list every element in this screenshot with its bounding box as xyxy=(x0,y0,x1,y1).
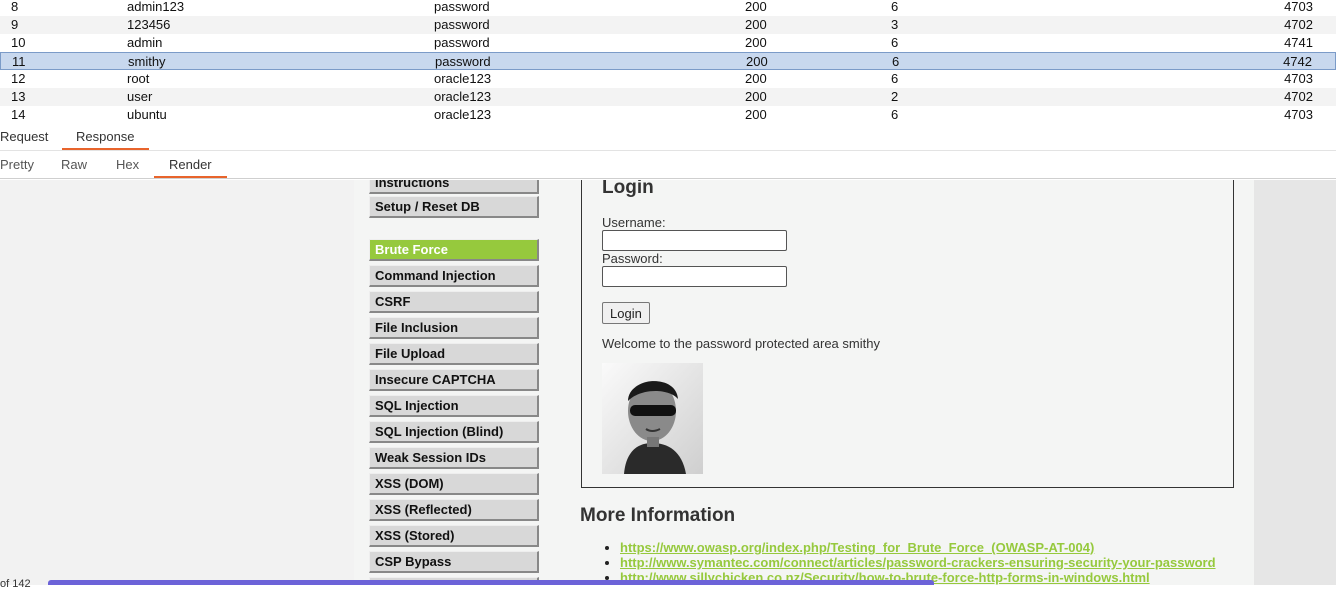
cell-payload1: ubuntu xyxy=(127,107,167,122)
menu-item-csp-bypass[interactable]: CSP Bypass xyxy=(369,551,539,573)
menu-item-file-upload[interactable]: File Upload xyxy=(369,343,539,365)
user-avatar-image xyxy=(602,363,703,474)
cell-error: 2 xyxy=(891,89,899,104)
result-row[interactable]: 9 123456 password 200 3 4702 xyxy=(0,16,1336,34)
menu-item-csrf[interactable]: CSRF xyxy=(369,291,539,313)
password-input[interactable] xyxy=(602,266,787,287)
cell-status: 200 xyxy=(745,35,767,50)
cell-payload1: root xyxy=(127,71,150,86)
cell-status: 200 xyxy=(745,89,767,104)
result-row[interactable]: 11 smithy password 200 6 4742 xyxy=(0,52,1336,70)
cell-num: 11 xyxy=(12,54,26,69)
result-row[interactable]: 10 admin password 200 6 4741 xyxy=(0,34,1336,52)
progress-bar xyxy=(48,580,934,585)
menu-item-xss-reflected[interactable]: XSS (Reflected) xyxy=(369,499,539,521)
cell-error: 6 xyxy=(891,0,899,14)
cell-status: 200 xyxy=(745,0,767,14)
more-info-link[interactable]: http://www.symantec.com/connect/articles… xyxy=(620,555,1216,570)
menu-item-xss-stored[interactable]: XSS (Stored) xyxy=(369,525,539,547)
cell-payload2: password xyxy=(434,35,490,50)
cell-status: 200 xyxy=(746,54,768,69)
cell-payload2: oracle123 xyxy=(434,107,492,122)
more-info-link[interactable]: https://www.owasp.org/index.php/Testing_… xyxy=(620,540,1094,555)
result-count: of 142 xyxy=(0,578,31,590)
cell-length: 4741 xyxy=(1284,35,1313,50)
menu-item-file-inclusion[interactable]: File Inclusion xyxy=(369,317,539,339)
cell-error: 3 xyxy=(891,17,899,32)
cell-payload1: admin123 xyxy=(127,0,185,14)
cell-status: 200 xyxy=(745,107,767,122)
cell-error: 6 xyxy=(891,107,899,122)
tab-raw[interactable]: Raw xyxy=(46,151,102,178)
cell-payload2: password xyxy=(434,17,490,32)
cell-payload1: smithy xyxy=(128,54,166,69)
username-label: Username: xyxy=(602,215,666,230)
result-row[interactable]: 13 user oracle123 200 2 4702 xyxy=(0,88,1336,106)
cell-payload2: oracle123 xyxy=(434,89,492,104)
dvwa-page: Instructions Setup / Reset DB Brute Force C… xyxy=(354,180,1254,585)
more-info-links: https://www.owasp.org/index.php/Testing_… xyxy=(620,540,1216,585)
results-table: 8 admin123 password 200 6 4703 9 123456 password… xyxy=(0,0,1336,124)
menu-item-insecure-captcha[interactable]: Insecure CAPTCHA xyxy=(369,369,539,391)
view-mode-tabs: Pretty Raw Hex Render xyxy=(0,151,1336,179)
render-pane: Instructions Setup / Reset DB Brute Force C… xyxy=(0,180,1336,585)
cell-payload2: password xyxy=(434,0,490,14)
welcome-message: Welcome to the password protected area s… xyxy=(602,336,880,351)
cell-length: 4742 xyxy=(1283,54,1312,69)
menu-item-sql-injection[interactable]: SQL Injection xyxy=(369,395,539,417)
cell-num: 13 xyxy=(11,89,26,104)
menu-item-weak-session-ids[interactable]: Weak Session IDs xyxy=(369,447,539,469)
menu-item-setup-reset-db[interactable]: Setup / Reset DB xyxy=(369,196,539,218)
menu-item-instructions[interactable]: Instructions xyxy=(369,180,539,194)
menu-item-command-injection[interactable]: Command Injection xyxy=(369,265,539,287)
cell-num: 10 xyxy=(11,35,26,50)
tab-render[interactable]: Render xyxy=(154,151,227,178)
cell-num: 8 xyxy=(11,0,19,14)
cell-num: 9 xyxy=(11,17,19,32)
login-box: Login Username: Password: Login Welcome … xyxy=(581,180,1234,488)
request-response-tabs: Request Response xyxy=(0,124,1336,151)
cell-length: 4703 xyxy=(1284,71,1313,86)
page-margin xyxy=(1254,180,1336,585)
more-info-link-item: http://www.symantec.com/connect/articles… xyxy=(620,555,1216,570)
cell-length: 4702 xyxy=(1284,89,1313,104)
menu-item-sql-injection-blind[interactable]: SQL Injection (Blind) xyxy=(369,421,539,443)
cell-payload1: 123456 xyxy=(127,17,171,32)
result-row[interactable]: 8 admin123 password 200 6 4703 xyxy=(0,0,1336,16)
cell-payload2: password xyxy=(435,54,491,69)
password-label: Password: xyxy=(602,251,663,266)
cell-status: 200 xyxy=(745,71,767,86)
login-title: Login xyxy=(602,180,654,198)
login-button[interactable]: Login xyxy=(602,302,650,324)
more-info-title: More Information xyxy=(580,505,736,526)
cell-error: 6 xyxy=(891,35,899,50)
cell-error: 6 xyxy=(892,54,900,69)
tab-hex[interactable]: Hex xyxy=(101,151,154,178)
tab-pretty[interactable]: Pretty xyxy=(0,151,49,178)
result-row[interactable]: 12 root oracle123 200 6 4703 xyxy=(0,70,1336,88)
more-info-link-item: https://www.owasp.org/index.php/Testing_… xyxy=(620,540,1216,555)
menu-item-brute-force[interactable]: Brute Force xyxy=(369,239,539,261)
cell-payload1: user xyxy=(127,89,153,104)
cell-status: 200 xyxy=(745,17,767,32)
username-input[interactable] xyxy=(602,230,787,251)
result-row[interactable]: 14 ubuntu oracle123 200 6 4703 xyxy=(0,106,1336,124)
cell-error: 6 xyxy=(891,71,899,86)
cell-num: 14 xyxy=(11,107,26,122)
cell-length: 4703 xyxy=(1284,107,1313,122)
tab-response[interactable]: Response xyxy=(62,124,149,150)
cell-length: 4702 xyxy=(1284,17,1313,32)
tab-request[interactable]: Request xyxy=(0,124,62,150)
menu-item-xss-dom[interactable]: XSS (DOM) xyxy=(369,473,539,495)
cell-payload1: admin xyxy=(127,35,163,50)
cell-num: 12 xyxy=(11,71,26,86)
cell-payload2: oracle123 xyxy=(434,71,492,86)
cell-length: 4703 xyxy=(1284,0,1313,14)
